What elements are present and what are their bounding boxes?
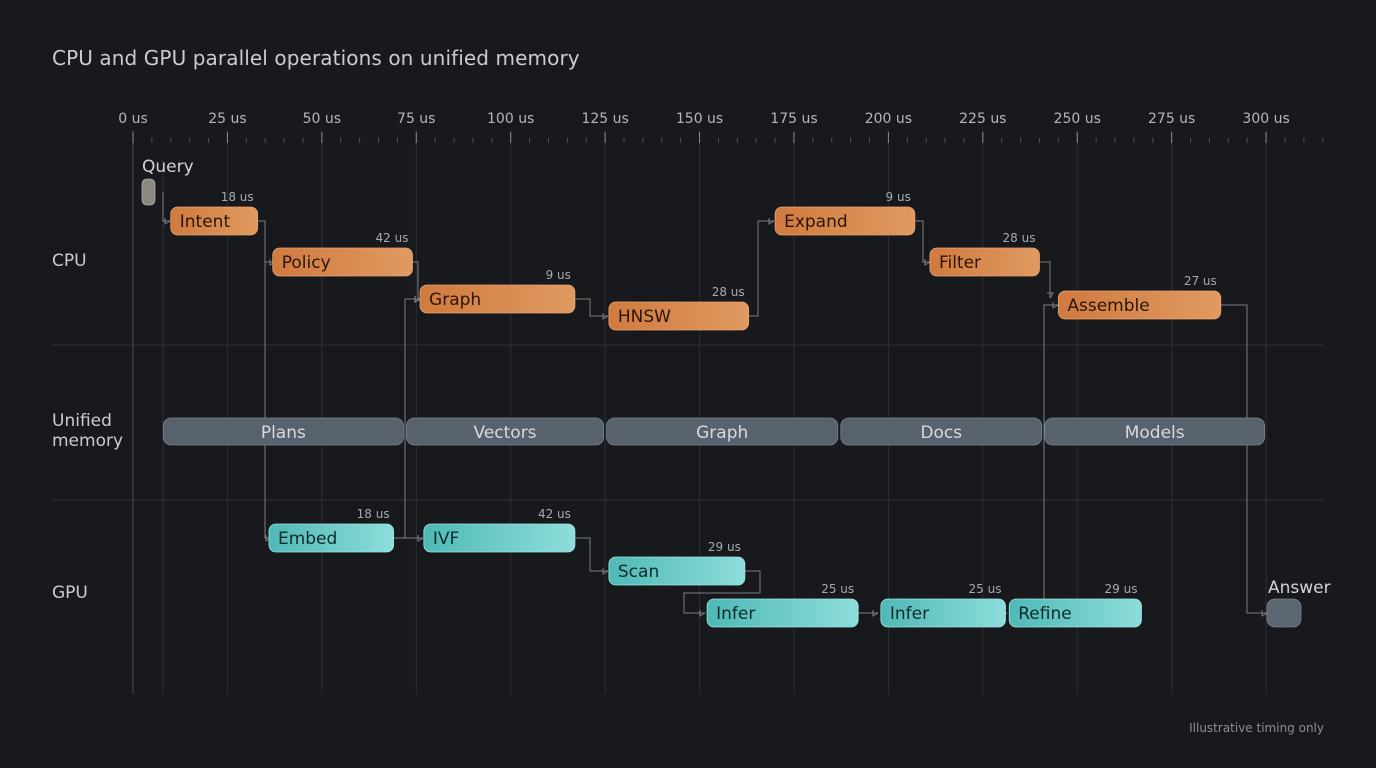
task-duration-label: 9 us (886, 190, 911, 204)
tick-label: 300 us (1242, 111, 1289, 127)
dependency-connector (1043, 304, 1058, 613)
task-label: HNSW (618, 307, 671, 327)
dependency-connector (257, 220, 275, 263)
task-duration-label: 9 us (546, 268, 571, 282)
query-marker (141, 178, 156, 206)
task-label: Infer (890, 604, 929, 624)
tick-label: 100 us (487, 111, 534, 127)
task-duration-label: 18 us (357, 507, 390, 521)
task-duration-label: 27 us (1184, 274, 1217, 288)
task-label: IVF (433, 529, 459, 549)
tick-label: 175 us (770, 111, 817, 127)
task-duration-label: 28 us (712, 285, 745, 299)
tick-label: 75 us (397, 111, 435, 127)
dependency-connector (264, 262, 271, 539)
tick-label: 225 us (959, 111, 1006, 127)
task-duration-label: 29 us (708, 540, 741, 554)
task-duration-label: 25 us (969, 582, 1002, 596)
task-label: Assemble (1067, 296, 1149, 316)
memory-region-label: Graph (696, 423, 748, 443)
memory-region-label: Docs (920, 423, 962, 443)
tick-label: 125 us (581, 111, 628, 127)
dependency-connector (913, 220, 930, 263)
task-duration-label: 29 us (1105, 582, 1138, 596)
task-label: Intent (180, 212, 231, 232)
tick-label: 50 us (303, 111, 341, 127)
task-label: Policy (282, 253, 331, 273)
task-label: Embed (278, 529, 337, 549)
query-label: Query (142, 157, 194, 177)
task-duration-label: 42 us (538, 507, 571, 521)
answer-label: Answer (1268, 578, 1331, 598)
memory-region-label: Vectors (474, 423, 537, 443)
task-label: Infer (716, 604, 755, 624)
tick-label: 250 us (1054, 111, 1101, 127)
tick-label: 200 us (865, 111, 912, 127)
memory-region-label: Plans (261, 423, 306, 443)
dependency-connector (1221, 304, 1267, 614)
task-duration-label: 28 us (1003, 231, 1036, 245)
task-label: Graph (429, 290, 481, 310)
dependency-connector (575, 537, 608, 572)
dependency-connector (746, 220, 774, 317)
task-duration-label: 18 us (221, 190, 254, 204)
tick-label: 150 us (676, 111, 723, 127)
tick-label: 25 us (208, 111, 246, 127)
task-label: Expand (784, 212, 848, 232)
tick-label: 0 us (118, 111, 148, 127)
task-label: Refine (1018, 604, 1071, 624)
answer-marker (1266, 598, 1302, 628)
timeline-chart: 0 us 25 us 50 us 75 us 100 us 125 us 150 us 175… (52, 111, 1331, 694)
tick-label: 275 us (1148, 111, 1195, 127)
task-duration-label: 25 us (821, 582, 854, 596)
task-label: Filter (939, 253, 981, 273)
task-label: Scan (618, 562, 659, 582)
dependency-connector (162, 192, 170, 222)
task-duration-label: 42 us (376, 231, 409, 245)
memory-region-label: Models (1125, 423, 1185, 443)
